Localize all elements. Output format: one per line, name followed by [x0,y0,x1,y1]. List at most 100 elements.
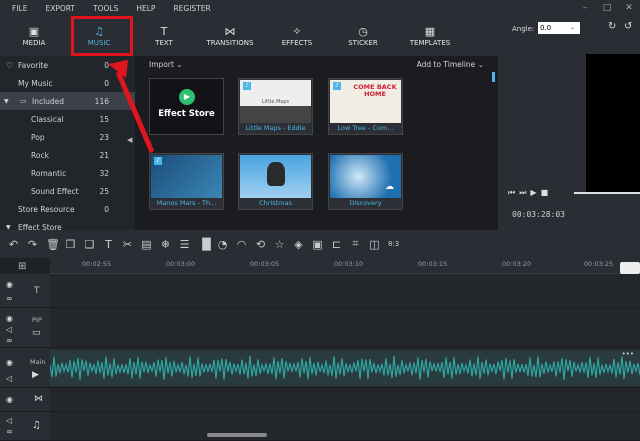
duration-icon[interactable]: ◔ [217,238,228,251]
highlight-box [71,16,133,56]
more-icon[interactable]: ••• [622,350,634,358]
bowtie-icon: ⋈ [224,25,236,38]
grid-count: 8:3 [388,240,400,248]
step-forward-icon[interactable]: ⏭ [519,188,530,197]
speaker-icon[interactable]: ◁ [6,416,12,425]
chevron-down-icon: ⌄ [176,59,183,69]
sidebar-item-sound-effect[interactable]: Sound Effect 25 [0,182,135,200]
tab-label: TEMPLATES [409,39,451,47]
folder-icon: ▭ [20,97,27,105]
speed-icon[interactable]: ◠ [236,238,247,251]
link-icon[interactable]: ∞ [6,336,13,345]
crop-icon[interactable]: ⌗ [350,237,361,251]
menu-export[interactable]: EXPORT [33,4,81,13]
freeze-icon[interactable]: ❄ [160,238,171,251]
link-icon[interactable]: ∞ [6,294,13,303]
track-header-transition: ◉ ⋈ [0,388,50,412]
horizontal-scrollbar[interactable] [207,433,267,437]
tab-media[interactable]: ▣ MEDIA [0,16,68,56]
track-header-text: ◉ ∞ T [0,274,50,308]
undo-icon[interactable]: ↶ [8,238,19,251]
star-icon[interactable]: ☆ [274,238,285,251]
minimize-icon[interactable]: – [574,0,596,16]
tab-transitions[interactable]: ⋈ TRANSITIONS [198,16,262,56]
music-note-icon: ♪ [333,82,341,90]
library-item-discovery[interactable]: ☁ Discovery [328,153,403,210]
playhead[interactable] [620,262,640,274]
play-icon[interactable]: ▶ [530,188,540,197]
ruler-tick: 00:03:10 [334,260,364,268]
reverse-icon[interactable]: ⟲ [255,238,266,251]
copy-icon[interactable]: ❐ [65,238,76,251]
music-note-icon: ♪ [243,82,251,90]
library-item-manos-mars[interactable]: ♪ Manos Mars - Th... [149,153,224,210]
video-track-icon: ▶ [32,370,39,380]
chevron-down-icon: ⌄ [477,59,484,69]
sidebar-item-store-resource[interactable]: Store Resource 0 [0,200,135,218]
record-icon[interactable]: ▣ [312,238,323,251]
add-track-icon[interactable]: ⊞ [18,261,26,272]
close-icon[interactable]: ✕ [618,0,640,16]
angle-label: Angle: [512,25,535,33]
cloud-download-icon[interactable]: ☁ [385,182,394,192]
stop-icon[interactable]: ■ [541,188,553,197]
tab-templates[interactable]: ▦ TEMPLATES [394,16,466,56]
clock-icon: ◷ [358,25,368,38]
track-lane-pip[interactable] [50,308,640,348]
tab-text[interactable]: T TEXT [130,16,198,56]
library-item-little-maps[interactable]: ♪ Little Maps Little Maps - Eddie [238,78,313,135]
adjust-icon[interactable]: ☰ [179,238,190,251]
tab-effects[interactable]: ✧ EFFECTS [262,16,332,56]
eye-icon[interactable]: ◉ [6,395,13,404]
add-to-timeline-dropdown[interactable]: Add to Timeline ⌄ [417,60,484,69]
ruler-tick: 00:03:15 [418,260,448,268]
scrollbar[interactable] [492,72,495,82]
audio-icon[interactable]: ▐▌ [198,238,215,251]
crop-clip-icon[interactable]: ▤ [141,238,152,251]
menu-tools[interactable]: TOOLS [81,4,124,13]
text-icon: T [160,25,168,38]
paste-icon[interactable]: ❏ [84,238,95,251]
speaker-icon[interactable]: ◁ [6,325,12,334]
library-item-low-tree[interactable]: ♪ COME BACK HOME Low Tree - Com... [328,78,403,135]
ruler-tick: 00:03:20 [502,260,532,268]
library-item-christmas[interactable]: Christmas [238,153,313,210]
redo-icon[interactable]: ↷ [27,238,38,251]
track-lane-transition[interactable] [50,388,640,412]
menu-register[interactable]: REGISTER [161,4,216,13]
playback-controls: ⏮⏭▶■ [508,188,552,198]
pip-icon[interactable]: ◫ [369,238,380,251]
rotate-icon[interactable]: ↻ [608,21,616,32]
track-lane-music[interactable] [50,412,640,441]
playback-slider[interactable] [574,192,640,194]
delete-icon[interactable]: 🗑 [46,238,60,251]
text-tool-icon[interactable]: T [103,238,114,251]
split-screen-icon[interactable]: ⊏ [331,238,342,251]
caret-down-icon[interactable]: ▼ [4,98,9,105]
tab-sticker[interactable]: ◷ STICKER [332,16,394,56]
chevron-down-icon[interactable]: ⌄ [570,24,575,31]
flip-icon[interactable]: ↺ [624,21,632,32]
eye-icon[interactable]: ◉ [6,358,13,367]
track-lane-main[interactable]: ••• [49,348,640,388]
menu-file[interactable]: FILE [0,4,33,13]
annotation-arrow [108,60,155,153]
eye-icon[interactable]: ◉ [6,314,13,323]
tab-label: EFFECTS [281,39,313,47]
link-icon[interactable]: ∞ [6,427,13,436]
skip-back-icon[interactable]: ⏮ [508,188,519,197]
sidebar-item-romantic[interactable]: Romantic 32 [0,164,135,182]
heart-icon: ♡ [6,60,14,70]
tab-label: TEXT [155,39,173,47]
menu-help[interactable]: HELP [124,4,161,13]
cut-icon[interactable]: ✂ [122,238,133,251]
maximize-icon[interactable]: □ [596,0,618,16]
eye-icon[interactable]: ◉ [6,280,13,289]
mosaic-icon[interactable]: ◈ [293,238,304,251]
track-lane-text[interactable] [50,274,640,308]
menu-bar: FILE EXPORT TOOLS HELP REGISTER [0,0,640,16]
ruler-tick: 00:03:05 [250,260,280,268]
speaker-icon[interactable]: ◁ [6,374,12,383]
motocross-figure [267,162,285,186]
track-header-main: ◉ ◁ Main ▶ [0,348,50,388]
